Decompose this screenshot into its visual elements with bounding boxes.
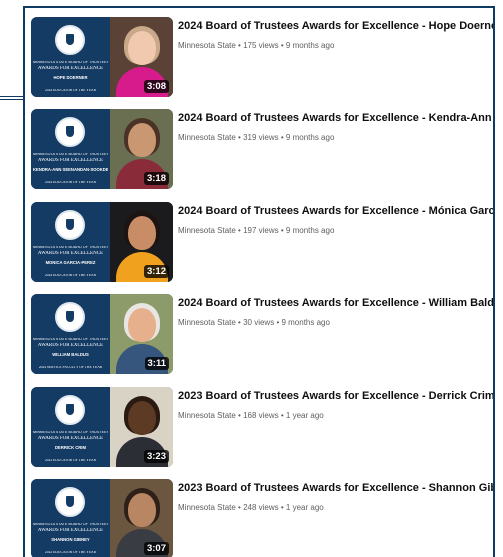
award-title-label: AWARDS FOR EXCELLENCE [37,436,104,441]
video-item[interactable]: MINNESOTA STATE BOARD OF TRUSTEES AWARDS… [25,472,493,557]
award-category-label: 2024 EDUCATOR OF THE YEAR [44,89,97,92]
upload-age: 1 year ago [285,411,324,420]
award-category-label: 2023 EDUCATOR OF THE YEAR [44,459,97,462]
award-recipient-name: SHANNON GIBNEY [51,538,90,542]
award-title-label: AWARDS FOR EXCELLENCE [37,158,104,163]
university-seal-icon [55,395,85,425]
upload-age: 9 months ago [285,226,335,235]
view-count: 248 views [243,503,279,512]
award-graphic: MINNESOTA STATE BOARD OF TRUSTEES AWARDS… [31,109,110,189]
video-thumbnail[interactable]: MINNESOTA STATE BOARD OF TRUSTEES AWARDS… [31,109,173,189]
university-seal-icon [55,25,85,55]
university-seal-icon [55,117,85,147]
video-thumbnail[interactable]: MINNESOTA STATE BOARD OF TRUSTEES AWARDS… [31,387,173,467]
award-category-label: 2024 EDUCATOR OF THE YEAR [44,181,97,184]
award-board-label: MINNESOTA STATE BOARD OF TRUSTEES [33,338,108,341]
channel-name-link[interactable]: Minnesota State [178,133,236,142]
award-category-label: 2024 EDUCATOR OF THE YEAR [44,274,97,277]
video-metadata: Minnesota State • 168 views • 1 year ago [178,411,493,421]
upload-age: 9 months ago [281,318,330,327]
award-board-label: MINNESOTA STATE BOARD OF TRUSTEES [33,61,108,64]
video-thumbnail[interactable]: MINNESOTA STATE BOARD OF TRUSTEES AWARDS… [31,294,173,374]
video-duration-badge: 3:18 [143,172,169,185]
channel-name-link[interactable]: Minnesota State [178,503,236,512]
view-count: 30 views [243,318,275,327]
view-count: 175 views [243,41,279,50]
award-board-label: MINNESOTA STATE BOARD OF TRUSTEES [33,246,108,249]
award-recipient-name: KENDRA-ANN SEENANDAN-SOOKDEO [33,168,108,172]
video-title-link[interactable]: 2024 Board of Trustees Awards for Excell… [178,19,493,33]
upload-age: 1 year ago [285,503,324,512]
university-seal-icon [55,210,85,240]
video-thumbnail[interactable]: MINNESOTA STATE BOARD OF TRUSTEES AWARDS… [31,202,173,282]
award-board-label: MINNESOTA STATE BOARD OF TRUSTEES [33,431,108,434]
channel-name-link[interactable]: Minnesota State [178,226,236,235]
award-recipient-name: MÓNICA GARCÍA-PÉREZ [45,261,96,265]
video-item[interactable]: MINNESOTA STATE BOARD OF TRUSTEES AWARDS… [25,380,493,470]
video-duration-badge: 3:08 [143,80,169,93]
award-category-label: 2023 EDUCATOR OF THE YEAR [44,551,97,554]
view-count: 319 views [243,133,279,142]
award-category-label: 2024 SERVICE FACULTY OF THE YEAR [38,366,103,369]
video-duration-badge: 3:11 [144,357,169,370]
university-seal-icon [55,487,85,517]
award-recipient-name: HOPE DOERNER [53,76,88,80]
video-item[interactable]: MINNESOTA STATE BOARD OF TRUSTEES AWARDS… [25,287,493,377]
video-item[interactable]: MINNESOTA STATE BOARD OF TRUSTEES AWARDS… [25,195,493,285]
video-thumbnail[interactable]: MINNESOTA STATE BOARD OF TRUSTEES AWARDS… [31,479,173,557]
award-title-label: AWARDS FOR EXCELLENCE [37,343,104,348]
photo-face [128,401,156,435]
award-graphic: MINNESOTA STATE BOARD OF TRUSTEES AWARDS… [31,17,110,97]
video-metadata: Minnesota State • 197 views • 9 months a… [178,226,493,236]
video-item[interactable]: MINNESOTA STATE BOARD OF TRUSTEES AWARDS… [25,10,493,100]
channel-name-link[interactable]: Minnesota State [178,318,236,327]
photo-face [128,216,156,250]
upload-age: 9 months ago [285,133,335,142]
award-title-label: AWARDS FOR EXCELLENCE [37,251,104,256]
video-title-link[interactable]: 2024 Board of Trustees Awards for Excell… [178,204,493,218]
award-graphic: MINNESOTA STATE BOARD OF TRUSTEES AWARDS… [31,294,110,374]
award-graphic: MINNESOTA STATE BOARD OF TRUSTEES AWARDS… [31,479,110,557]
award-recipient-name: WILLIAM BALDUS [52,353,89,357]
video-duration-badge: 3:07 [143,542,169,555]
channel-name-link[interactable]: Minnesota State [178,41,236,50]
video-title-link[interactable]: 2024 Board of Trustees Awards for Excell… [178,111,493,125]
video-title-link[interactable]: 2023 Board of Trustees Awards for Excell… [178,481,493,495]
award-graphic: MINNESOTA STATE BOARD OF TRUSTEES AWARDS… [31,202,110,282]
photo-face [128,493,156,527]
video-item[interactable]: MINNESOTA STATE BOARD OF TRUSTEES AWARDS… [25,102,493,192]
award-board-label: MINNESOTA STATE BOARD OF TRUSTEES [33,153,108,156]
video-title-link[interactable]: 2023 Board of Trustees Awards for Excell… [178,389,493,403]
video-title-link[interactable]: 2024 Board of Trustees Awards for Excell… [178,296,493,310]
channel-name-link[interactable]: Minnesota State [178,411,236,420]
award-graphic: MINNESOTA STATE BOARD OF TRUSTEES AWARDS… [31,387,110,467]
video-list-panel: MINNESOTA STATE BOARD OF TRUSTEES AWARDS… [23,6,495,557]
video-metadata: Minnesota State • 248 views • 1 year ago [178,503,493,513]
connector-line [0,96,25,100]
view-count: 197 views [243,226,279,235]
upload-age: 9 months ago [285,41,335,50]
award-board-label: MINNESOTA STATE BOARD OF TRUSTEES [33,523,108,526]
video-metadata: Minnesota State • 30 views • 9 months ag… [178,318,493,328]
photo-face [128,123,156,157]
photo-face [128,308,156,342]
award-title-label: AWARDS FOR EXCELLENCE [37,528,104,533]
video-metadata: Minnesota State • 319 views • 9 months a… [178,133,493,143]
photo-face [128,31,156,65]
university-seal-icon [55,302,85,332]
award-title-label: AWARDS FOR EXCELLENCE [37,66,104,71]
view-count: 168 views [243,411,279,420]
video-metadata: Minnesota State • 175 views • 9 months a… [178,41,493,51]
video-duration-badge: 3:23 [143,450,169,463]
award-recipient-name: DERRICK CRIM [55,446,86,450]
video-thumbnail[interactable]: MINNESOTA STATE BOARD OF TRUSTEES AWARDS… [31,17,173,97]
video-duration-badge: 3:12 [143,265,169,278]
